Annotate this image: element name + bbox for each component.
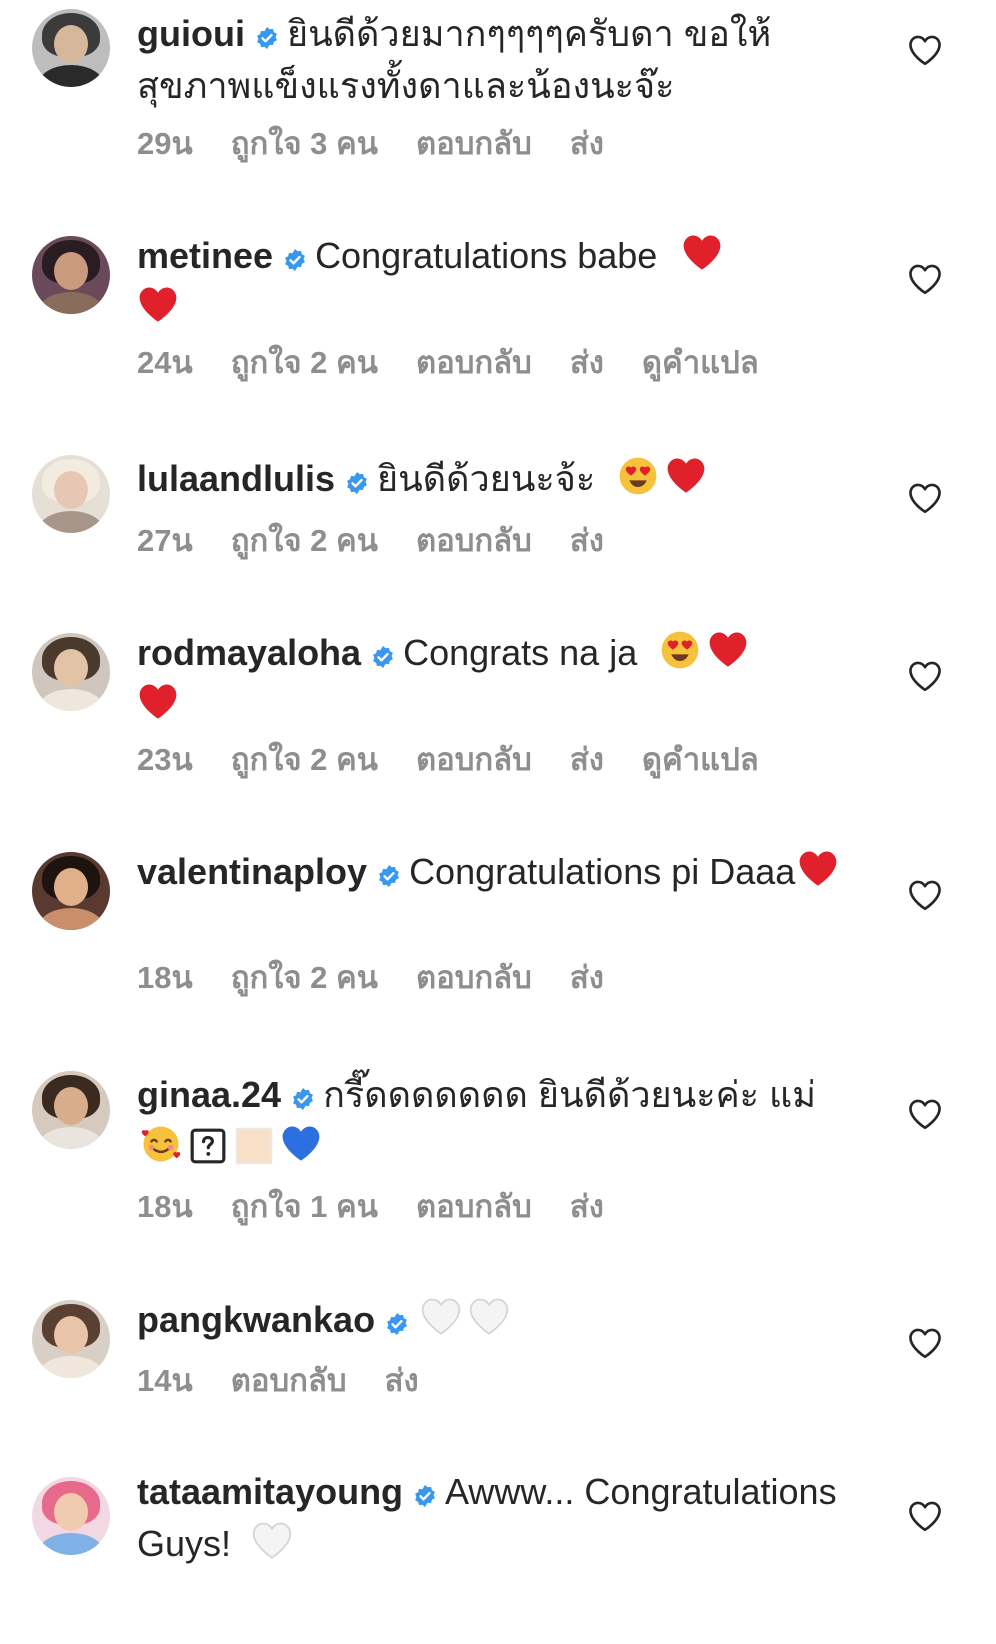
unknown-glyph-box-icon bbox=[189, 1127, 227, 1165]
comment-meta: 24น ถูกใจ 2 คน ตอบกลับ ส่ง ดูคำแปล bbox=[137, 343, 797, 383]
heart-outline-icon[interactable] bbox=[907, 482, 943, 514]
comment-meta: 27น ถูกใจ 2 คน ตอบกลับ ส่ง bbox=[137, 521, 642, 561]
reply-button[interactable]: ตอบกลับ bbox=[416, 960, 532, 995]
red-heart-emoji bbox=[137, 284, 179, 326]
white-heart-emoji bbox=[251, 1520, 293, 1562]
avatar[interactable] bbox=[32, 455, 110, 533]
verified-badge-icon bbox=[377, 852, 401, 900]
comment-time: 18น bbox=[137, 1189, 193, 1224]
heart-outline-icon[interactable] bbox=[907, 263, 943, 295]
comment-time: 18น bbox=[137, 960, 193, 995]
comment-meta: 29น ถูกใจ 3 คน ตอบกลับ ส่ง bbox=[137, 124, 642, 164]
username[interactable]: rodmayaloha bbox=[137, 632, 361, 673]
smiling-face-with-hearts-emoji bbox=[140, 1123, 182, 1165]
reply-button[interactable]: ตอบกลับ bbox=[416, 1189, 532, 1224]
likes-count-link[interactable]: ถูกใจ 1 คน bbox=[231, 1189, 378, 1224]
comment-body: metinee Congratulations babe bbox=[137, 232, 857, 332]
avatar[interactable] bbox=[32, 1477, 110, 1555]
comment-body: pangkwankao bbox=[137, 1296, 857, 1348]
username[interactable]: tataamitayoung bbox=[137, 1471, 403, 1512]
heart-eyes-face-emoji bbox=[659, 629, 701, 671]
heart-outline-icon[interactable] bbox=[907, 1098, 943, 1130]
likes-count-link[interactable]: ถูกใจ 3 คน bbox=[231, 126, 378, 161]
username[interactable]: valentinaploy bbox=[137, 851, 367, 892]
username[interactable]: ginaa.24 bbox=[137, 1074, 281, 1115]
comment-meta: 23น ถูกใจ 2 คน ตอบกลับ ส่ง ดูคำแปล bbox=[137, 740, 797, 780]
verified-badge-icon bbox=[345, 459, 369, 507]
comment-body: lulaandlulis ยินดีด้วยนะจ้ะ bbox=[137, 455, 857, 507]
send-button[interactable]: ส่ง bbox=[570, 126, 604, 161]
blue-heart-emoji bbox=[280, 1123, 322, 1165]
comment-body: tataamitayoung Awww... Congratulations Gu… bbox=[137, 1468, 857, 1568]
red-heart-emoji bbox=[707, 629, 749, 671]
reply-button[interactable]: ตอบกลับ bbox=[231, 1363, 347, 1398]
reply-button[interactable]: ตอบกลับ bbox=[416, 523, 532, 558]
heart-outline-icon[interactable] bbox=[907, 879, 943, 911]
verified-badge-icon bbox=[283, 236, 307, 284]
heart-outline-icon[interactable] bbox=[907, 34, 943, 66]
username[interactable]: lulaandlulis bbox=[137, 458, 335, 499]
reply-button[interactable]: ตอบกลับ bbox=[416, 742, 532, 777]
white-heart-emoji bbox=[468, 1296, 510, 1338]
comment-text: Congrats na ja bbox=[403, 632, 638, 673]
comment-time: 24น bbox=[137, 345, 193, 380]
comment-body: valentinaploy Congratulations pi Daaa bbox=[137, 848, 857, 900]
avatar[interactable] bbox=[32, 236, 110, 314]
comment-body: ginaa.24 กรี๊ดดดดดดด ยินดีด้วยนะค่ะ แม่ bbox=[137, 1071, 857, 1171]
username[interactable]: pangkwankao bbox=[137, 1299, 375, 1340]
comment-text: กรี๊ดดดดดดด ยินดีด้วยนะค่ะ แม่ bbox=[323, 1074, 816, 1115]
verified-badge-icon bbox=[291, 1075, 315, 1123]
verified-badge-icon bbox=[371, 633, 395, 681]
avatar[interactable] bbox=[32, 9, 110, 87]
verified-badge-icon bbox=[385, 1300, 409, 1348]
red-heart-emoji bbox=[681, 232, 723, 274]
comment-meta: 18น ถูกใจ 1 คน ตอบกลับ ส่ง bbox=[137, 1187, 642, 1227]
comment-time: 14น bbox=[137, 1363, 193, 1398]
heart-outline-icon[interactable] bbox=[907, 1327, 943, 1359]
comment-time: 23น bbox=[137, 742, 193, 777]
send-button[interactable]: ส่ง bbox=[570, 960, 604, 995]
white-heart-emoji bbox=[420, 1296, 462, 1338]
send-button[interactable]: ส่ง bbox=[570, 1189, 604, 1224]
see-translation-button[interactable]: ดูคำแปล bbox=[642, 742, 759, 777]
avatar[interactable] bbox=[32, 633, 110, 711]
send-button[interactable]: ส่ง bbox=[570, 523, 604, 558]
likes-count-link[interactable]: ถูกใจ 2 คน bbox=[231, 523, 378, 558]
skin-tone-swatch-icon bbox=[235, 1127, 273, 1165]
verified-badge-icon bbox=[413, 1472, 437, 1520]
comment-time: 27น bbox=[137, 523, 193, 558]
verified-badge-icon bbox=[255, 14, 279, 62]
reply-button[interactable]: ตอบกลับ bbox=[416, 345, 532, 380]
heart-eyes-face-emoji bbox=[617, 455, 659, 497]
comment-text: Congratulations babe bbox=[315, 235, 658, 276]
avatar[interactable] bbox=[32, 1300, 110, 1378]
comment-time: 29น bbox=[137, 126, 193, 161]
comment-list: guioui ยินดีด้วยมากๆๆๆๆครับดา ขอให้สุขภาพ… bbox=[0, 0, 996, 1644]
comment-text: Congratulations pi Daaa bbox=[409, 851, 796, 892]
likes-count-link[interactable]: ถูกใจ 2 คน bbox=[231, 742, 378, 777]
username[interactable]: metinee bbox=[137, 235, 273, 276]
reply-button[interactable]: ตอบกลับ bbox=[416, 126, 532, 161]
send-button[interactable]: ส่ง bbox=[570, 742, 604, 777]
avatar[interactable] bbox=[32, 852, 110, 930]
comment-meta: 18น ถูกใจ 2 คน ตอบกลับ ส่ง bbox=[137, 958, 642, 998]
red-heart-emoji bbox=[665, 455, 707, 497]
username[interactable]: guioui bbox=[137, 13, 245, 54]
see-translation-button[interactable]: ดูคำแปล bbox=[642, 345, 759, 380]
comment-meta: 14น ตอบกลับ ส่ง bbox=[137, 1361, 457, 1401]
comment-text: ยินดีด้วยนะจ้ะ bbox=[377, 458, 596, 499]
red-heart-emoji bbox=[797, 848, 839, 890]
send-button[interactable]: ส่ง bbox=[570, 345, 604, 380]
heart-outline-icon[interactable] bbox=[907, 1500, 943, 1532]
likes-count-link[interactable]: ถูกใจ 2 คน bbox=[231, 960, 378, 995]
avatar[interactable] bbox=[32, 1071, 110, 1149]
red-heart-emoji bbox=[137, 681, 179, 723]
comment-body: rodmayaloha Congrats na ja bbox=[137, 629, 857, 729]
likes-count-link[interactable]: ถูกใจ 2 คน bbox=[231, 345, 378, 380]
heart-outline-icon[interactable] bbox=[907, 660, 943, 692]
send-button[interactable]: ส่ง bbox=[385, 1363, 419, 1398]
comment-body: guioui ยินดีด้วยมากๆๆๆๆครับดา ขอให้สุขภาพ… bbox=[137, 10, 857, 110]
